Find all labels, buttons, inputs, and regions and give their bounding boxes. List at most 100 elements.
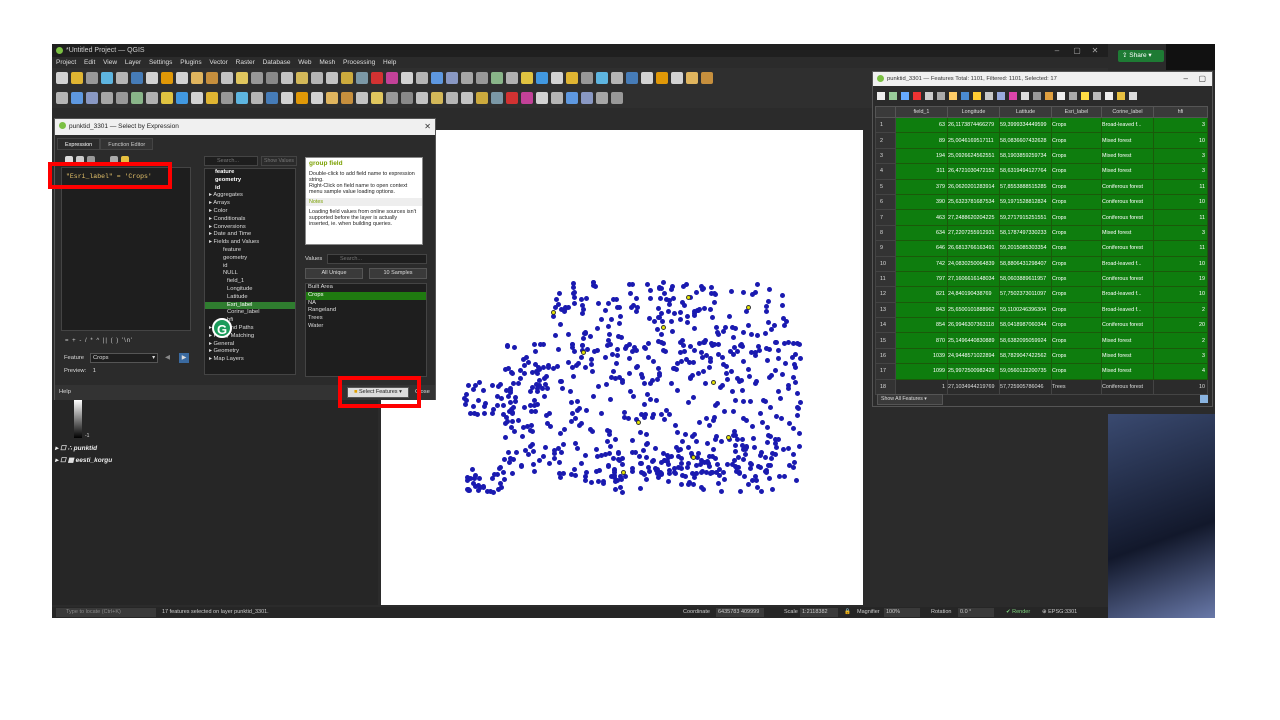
table-row[interactable]: 4 311 26,4721030472152 58,6319494127764 Crop… — [875, 163, 1208, 180]
toolbar-tool-icon[interactable] — [581, 72, 593, 84]
table-cell[interactable]: 58,0603889611957 — [999, 270, 1052, 288]
toolbar-tool-icon[interactable] — [476, 92, 488, 104]
toolbar-tool-icon[interactable] — [176, 72, 188, 84]
toolbar-tool-icon[interactable] — [656, 72, 668, 84]
toolbar-tool-icon[interactable] — [311, 92, 323, 104]
menu-processing[interactable]: Processing — [343, 59, 375, 66]
attribute-tool-icon[interactable] — [913, 92, 921, 100]
maximize-icon[interactable]: ▢ — [1068, 44, 1086, 57]
table-row[interactable]: 16 1039 24,9448571022894 58,7829047422562 Cr… — [875, 347, 1208, 365]
toolbar-tool-icon[interactable] — [341, 92, 353, 104]
toolbar-tool-icon[interactable] — [491, 92, 503, 104]
table-cell[interactable]: 194 — [895, 147, 948, 165]
attribute-tool-icon[interactable] — [937, 92, 945, 100]
toolbar-tool-icon[interactable] — [326, 92, 338, 104]
table-cell[interactable]: Broad-leaved f... — [1101, 301, 1154, 319]
attribute-tool-icon[interactable] — [1021, 92, 1029, 100]
table-cell[interactable]: Coniferous forest — [1101, 378, 1154, 396]
close-icon[interactable]: ✕ — [1086, 44, 1104, 57]
table-cell[interactable]: 821 — [895, 286, 948, 303]
toolbar-tool-icon[interactable] — [161, 72, 173, 84]
function-tree[interactable]: feature geometry id ▸ Aggregates ▸ Arrays ▸ C… — [204, 168, 296, 375]
table-cell[interactable]: Broad-leaved f... — [1101, 116, 1154, 134]
table-cell[interactable]: 26,0620201283914 — [947, 178, 1000, 195]
table-cell[interactable]: Crops — [1051, 163, 1102, 180]
toolbar-tool-icon[interactable] — [566, 92, 578, 104]
value-item[interactable]: Built Area — [306, 284, 426, 292]
attribute-tool-icon[interactable] — [1033, 92, 1041, 100]
table-cell[interactable]: Mixed forest — [1101, 224, 1154, 242]
table-cell[interactable]: 59,1971528812824 — [999, 193, 1052, 211]
toolbar-tool-icon[interactable] — [311, 72, 323, 84]
menu-mesh[interactable]: Mesh — [319, 59, 335, 66]
function-tree-item[interactable]: geometry — [205, 177, 295, 185]
table-cell[interactable]: 59,2015085303354 — [999, 240, 1052, 257]
attribute-tool-icon[interactable] — [949, 92, 957, 100]
expression-editor[interactable]: "Esri_label" = 'Crops' — [61, 167, 191, 331]
function-tree-item[interactable]: Latitude — [205, 294, 295, 302]
function-tree-item[interactable]: ▸ Color — [205, 208, 295, 216]
toolbar-tool-icon[interactable] — [146, 92, 158, 104]
table-cell[interactable]: 17 — [875, 363, 896, 380]
values-search-input[interactable]: Search... — [327, 254, 427, 264]
toolbar-tool-icon[interactable] — [131, 92, 143, 104]
layer-item-punktid[interactable]: ▸ ☐ ∴ punktid — [55, 444, 97, 452]
table-cell[interactable]: 10 — [1153, 286, 1208, 303]
menu-view[interactable]: View — [103, 59, 117, 66]
grammarly-icon[interactable]: G — [212, 318, 232, 338]
table-cell[interactable]: 24,9448571022894 — [947, 347, 1000, 365]
tab-expression[interactable]: Expression — [57, 138, 101, 150]
toolbar-tool-icon[interactable] — [56, 92, 68, 104]
table-cell[interactable]: 26,4721030472152 — [947, 163, 1000, 180]
toolbar-tool-icon[interactable] — [506, 72, 518, 84]
toolbar-tool-icon[interactable] — [551, 92, 563, 104]
table-cell[interactable]: Crops — [1051, 209, 1102, 226]
all-unique-button[interactable]: All Unique — [305, 268, 363, 279]
table-cell[interactable]: Mixed forest — [1101, 147, 1154, 165]
attribute-tool-icon[interactable] — [1129, 92, 1137, 100]
toolbar-tool-icon[interactable] — [371, 92, 383, 104]
toolbar-tool-icon[interactable] — [386, 72, 398, 84]
table-cell[interactable]: 89 — [895, 132, 948, 149]
function-tree-item[interactable]: feature — [205, 169, 295, 177]
table-row[interactable]: 12 821 24,8401904387​69 57,7502373011097 Cro… — [875, 286, 1208, 303]
toolbar-tool-icon[interactable] — [416, 72, 428, 84]
menu-vector[interactable]: Vector — [209, 59, 227, 66]
function-tree-item[interactable]: ▸ Geometry — [205, 348, 295, 356]
table-cell[interactable]: 58,1787497330233 — [999, 224, 1052, 242]
toolbar-tool-icon[interactable] — [611, 72, 623, 84]
toolbar-tool-icon[interactable] — [356, 92, 368, 104]
table-cell[interactable]: Crops — [1051, 147, 1102, 165]
table-row[interactable]: 18 1 27,1034944219769 57,7259057860​46 Trees… — [875, 378, 1208, 396]
toolbar-tool-icon[interactable] — [416, 92, 428, 104]
toolbar-tool-icon[interactable] — [446, 72, 458, 84]
toolbar-tool-icon[interactable] — [116, 92, 128, 104]
function-tree-item[interactable]: NULL — [205, 270, 295, 278]
table-cell[interactable]: 58,8806431298407 — [999, 255, 1052, 272]
attribute-tool-icon[interactable] — [901, 92, 909, 100]
table-cell[interactable]: 14 — [875, 317, 896, 334]
attribute-tool-icon[interactable] — [1069, 92, 1077, 100]
toolbar-tool-icon[interactable] — [386, 92, 398, 104]
toolbar-tool-icon[interactable] — [236, 92, 248, 104]
table-row[interactable]: 14 854 26,9946307363118 58,0418987060344 Cro… — [875, 317, 1208, 334]
toolbar-tool-icon[interactable] — [641, 72, 653, 84]
table-cell[interactable]: 24,0830250064839 — [947, 255, 1000, 272]
toolbar-tool-icon[interactable] — [461, 92, 473, 104]
table-cell[interactable]: 59,2717915251551 — [999, 209, 1052, 226]
table-cell[interactable]: 3 — [1153, 116, 1208, 134]
table-cell[interactable]: 58,1903859259734 — [999, 147, 1052, 165]
table-cell[interactable]: Coniferous forest — [1101, 209, 1154, 226]
table-cell[interactable]: Mixed forest — [1101, 332, 1154, 349]
table-cell[interactable]: 58,0836607432628 — [999, 132, 1052, 149]
table-cell[interactable]: Crops — [1051, 317, 1102, 334]
toolbar-tool-icon[interactable] — [176, 92, 188, 104]
menu-help[interactable]: Help — [383, 59, 396, 66]
toolbar-tool-icon[interactable] — [536, 72, 548, 84]
feature-combobox[interactable]: Crops ▾ — [90, 353, 158, 363]
attribute-tool-icon[interactable] — [985, 92, 993, 100]
table-cell[interactable]: Crops — [1051, 301, 1102, 319]
table-cell[interactable]: Crops — [1051, 178, 1102, 195]
table-cell[interactable]: Broad-leaved f... — [1101, 286, 1154, 303]
function-tree-item[interactable]: id — [205, 263, 295, 271]
